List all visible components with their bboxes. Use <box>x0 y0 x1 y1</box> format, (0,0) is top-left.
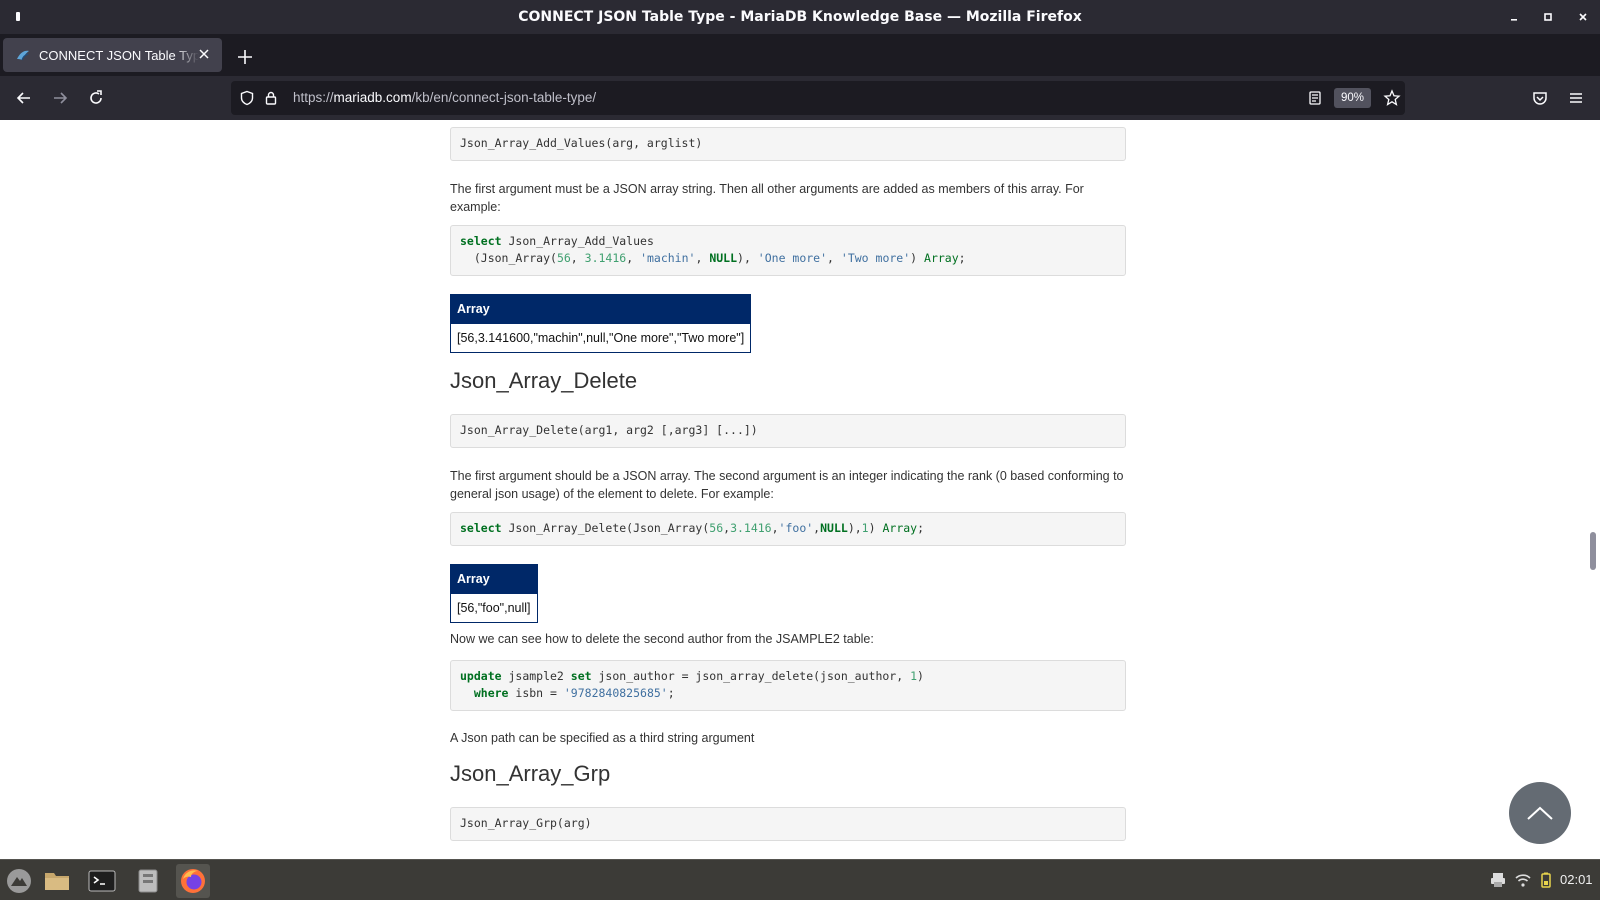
paragraph-delete: The first argument should be a JSON arra… <box>450 469 1124 501</box>
paragraph-json-path: A Json path can be specified as a third … <box>450 731 755 745</box>
tab-close-icon[interactable] <box>196 46 212 62</box>
paragraph-jsample2: Now we can see how to delete the second … <box>450 632 874 646</box>
code-block-delete-syntax: Json_Array_Delete(arg1, arg2 [,arg3] [..… <box>450 414 1126 448</box>
paragraph-add-values: The first argument must be a JSON array … <box>450 182 1084 214</box>
zoom-level-button[interactable]: 90% <box>1334 88 1372 108</box>
result-table-delete: Array [56,"foo",null] <box>450 564 538 623</box>
back-button[interactable] <box>12 86 36 110</box>
page-scrollbar-thumb[interactable] <box>1590 532 1596 570</box>
heading-json-array-delete: Json_Array_Delete <box>450 368 638 393</box>
app-menu-button[interactable] <box>1564 86 1588 110</box>
shield-icon[interactable] <box>239 90 255 106</box>
start-menu-icon <box>7 869 31 893</box>
code-block-add-values-syntax: Json_Array_Add_Values(arg, arglist) <box>450 127 1126 161</box>
window-menu-icon[interactable] <box>16 12 20 21</box>
table-cell: [56,3.141600,"machin",null,"One more","T… <box>449 323 752 353</box>
hamburger-menu-icon <box>1570 93 1582 103</box>
mariadb-favicon-icon <box>17 50 29 61</box>
folder-icon <box>45 873 69 890</box>
terminal-button[interactable] <box>85 864 119 898</box>
pocket-icon <box>1533 92 1547 105</box>
battery-icon[interactable] <box>1537 871 1555 889</box>
tab-strip: CONNECT JSON Table Type - MariaDB Knowle… <box>0 34 1600 76</box>
firefox-taskbar-button[interactable] <box>176 864 210 898</box>
bookmark-star-icon[interactable] <box>1383 89 1401 107</box>
code-block-delete-example: select Json_Array_Delete(Json_Array(56,3… <box>450 512 1126 546</box>
reader-view-icon[interactable] <box>1307 90 1323 106</box>
code-block-add-values-example: select Json_Array_Add_Values (Json_Array… <box>450 225 1126 276</box>
code-block-grp-syntax: Json_Array_Grp(arg) <box>450 807 1126 841</box>
table-header: Array <box>449 294 752 324</box>
lock-icon[interactable] <box>263 90 279 106</box>
url-text[interactable]: https://mariadb.com/kb/en/connect-json-t… <box>293 90 596 105</box>
url-bar[interactable]: https://mariadb.com/kb/en/connect-json-t… <box>231 81 1405 115</box>
wifi-icon[interactable] <box>1514 871 1532 889</box>
pocket-button[interactable] <box>1528 86 1552 110</box>
code-block-update-example: update jsample2 set json_author = json_a… <box>450 660 1126 711</box>
firefox-icon <box>181 869 205 893</box>
maximize-button[interactable] <box>1531 0 1565 34</box>
title-bar: CONNECT JSON Table Type - MariaDB Knowle… <box>0 0 1600 34</box>
archive-manager-button[interactable] <box>131 864 165 898</box>
minimize-button[interactable] <box>1497 0 1531 34</box>
taskbar: 02:01 <box>0 859 1600 900</box>
close-window-button[interactable] <box>1566 0 1600 34</box>
window-title: CONNECT JSON Table Type - MariaDB Knowle… <box>518 9 1082 25</box>
start-menu-button[interactable] <box>2 864 36 898</box>
page-content: Json_Array_Add_Values(arg, arglist) The … <box>0 120 1600 859</box>
clock[interactable]: 02:01 <box>1560 872 1593 887</box>
new-tab-icon[interactable] <box>234 46 256 68</box>
table-header: Array <box>450 564 538 594</box>
reload-icon <box>90 90 102 104</box>
terminal-icon <box>88 870 116 892</box>
heading-json-array-grp: Json_Array_Grp <box>450 761 611 786</box>
chevron-up-icon <box>1527 806 1553 820</box>
table-cell: [56,"foo",null] <box>450 593 538 623</box>
result-table-add-values: Array [56,3.141600,"machin",null,"One mo… <box>449 294 752 353</box>
file-manager-button[interactable] <box>40 864 74 898</box>
forward-button[interactable] <box>48 86 72 110</box>
scroll-to-top-button[interactable] <box>1509 782 1571 844</box>
arrow-right-icon <box>54 92 68 104</box>
tab-title: CONNECT JSON Table Type - MariaDB Knowle… <box>39 47 199 63</box>
firefox-window: CONNECT JSON Table Type - MariaDB Knowle… <box>0 0 1600 900</box>
arrow-left-icon <box>16 92 30 104</box>
navigation-toolbar: https://mariadb.com/kb/en/connect-json-t… <box>0 76 1600 120</box>
tab-connect-json[interactable]: CONNECT JSON Table Type - MariaDB Knowle… <box>3 38 222 72</box>
maximize-icon <box>1544 13 1552 21</box>
archive-icon <box>138 869 158 893</box>
minimize-icon <box>1511 19 1517 21</box>
close-icon <box>1579 13 1587 21</box>
printer-icon[interactable] <box>1489 871 1507 889</box>
reload-button[interactable] <box>84 86 108 110</box>
